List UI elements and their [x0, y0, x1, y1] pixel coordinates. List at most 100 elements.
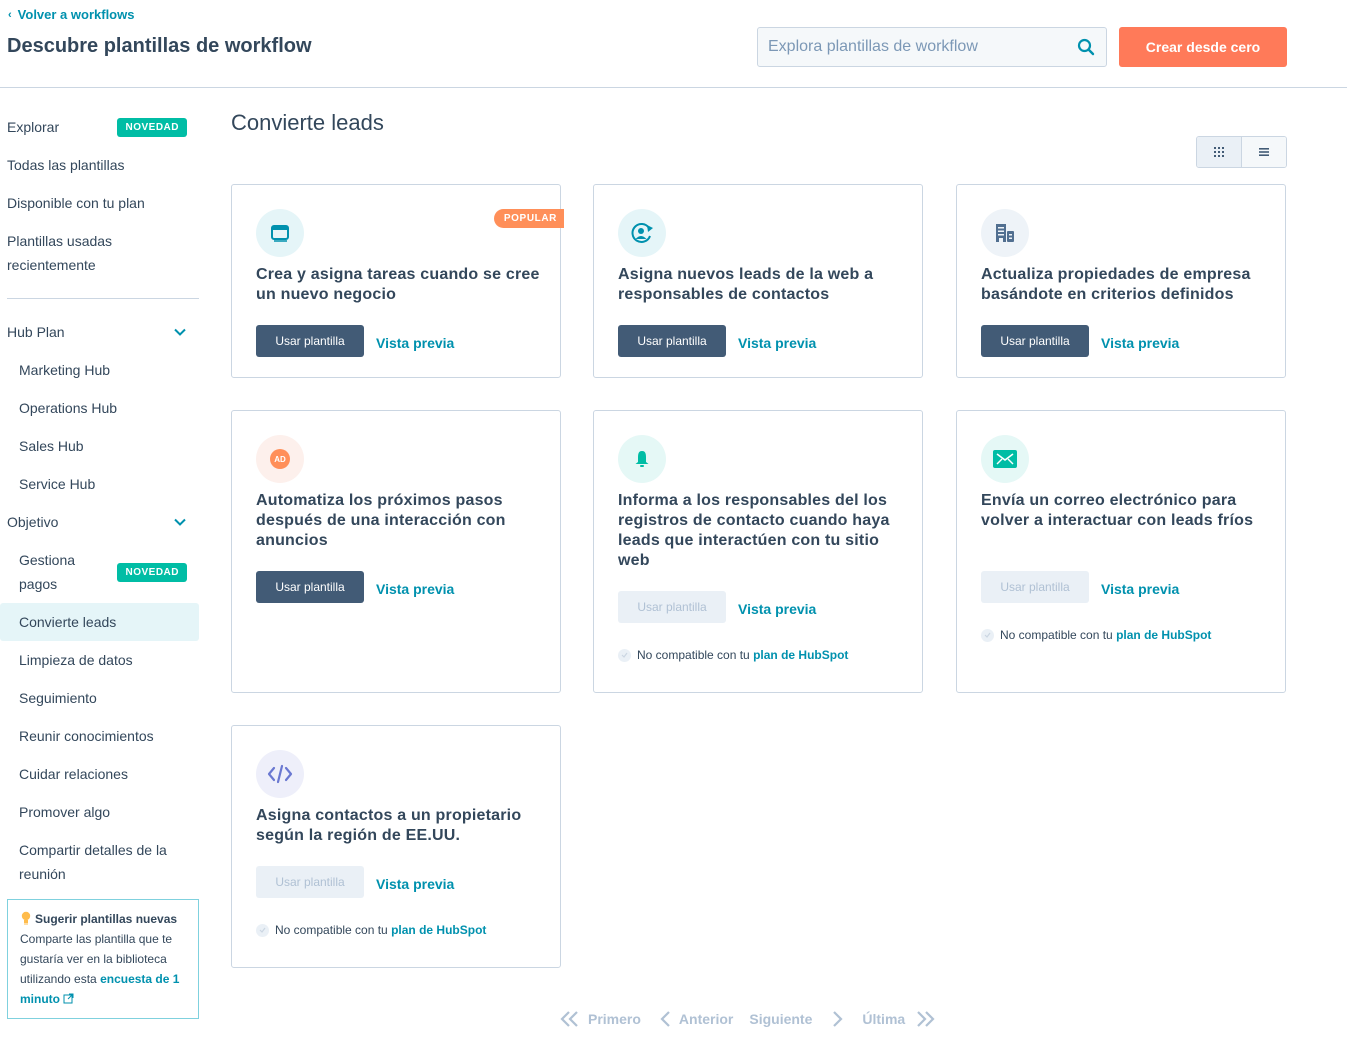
external-link-icon [63, 993, 74, 1004]
template-card: Asigna contactos a un propietario según … [231, 725, 561, 968]
use-template-button[interactable]: Usar plantilla [256, 325, 364, 357]
pagination: Primero Anterior Siguiente Última [560, 1010, 935, 1028]
sidebar-item-label: Convierte leads [19, 614, 117, 630]
search-icon[interactable] [1076, 37, 1096, 57]
grid-icon [1214, 147, 1224, 157]
sidebar-item-disponible[interactable]: Disponible con tu plan [0, 184, 199, 222]
sidebar-item-label: Compartir detalles de la reunión [19, 842, 167, 882]
card-title: Actualiza propiedades de empresa basándo… [981, 266, 1251, 303]
next-page-button[interactable]: Siguiente [749, 1010, 846, 1028]
envelope-icon [993, 450, 1017, 468]
card-title: Asigna contactos a un propietario según … [256, 807, 522, 844]
chevron-left-icon: ‹ [8, 8, 12, 21]
incompatible-notice: No compatible con tu plan de HubSpot [256, 923, 486, 937]
card-icon-wrapper [981, 435, 1029, 483]
sidebar-item-recientes[interactable]: Plantillas usadas recientemente [0, 222, 140, 284]
sidebar-item-label: Plantillas usadas recientemente [7, 233, 113, 273]
last-page-button[interactable]: Última [862, 1010, 935, 1028]
use-template-button[interactable]: Usar plantilla [256, 571, 364, 603]
use-template-button[interactable]: Usar plantilla [618, 325, 726, 357]
building-icon [996, 224, 1014, 242]
sidebar-item-sales-hub[interactable]: Sales Hub [0, 427, 199, 465]
search-box [757, 27, 1107, 67]
list-icon [1259, 148, 1269, 156]
use-template-button[interactable]: Usar plantilla [618, 591, 726, 623]
sidebar-group-hub-plan[interactable]: Hub Plan [0, 313, 199, 351]
use-template-button[interactable]: Usar plantilla [981, 325, 1089, 357]
chevron-left-icon [660, 1011, 670, 1027]
sidebar-group-label: Objetivo [7, 514, 59, 530]
preview-link[interactable]: Vista previa [1101, 577, 1179, 597]
sidebar-item-label: Sales Hub [19, 438, 84, 454]
sidebar-item-label: Promover algo [19, 804, 111, 820]
calendar-icon [271, 225, 289, 242]
use-template-button[interactable]: Usar plantilla [256, 866, 364, 898]
card-icon-wrapper [256, 209, 304, 257]
list-view-button[interactable] [1242, 137, 1286, 167]
template-card: Asigna nuevos leads de la web a responsa… [593, 184, 923, 378]
preview-link[interactable]: Vista previa [738, 597, 816, 617]
sidebar-item-limpieza-datos[interactable]: Limpieza de datos [0, 641, 199, 679]
template-card: Informa a los responsables del los regis… [593, 410, 923, 693]
incompatible-notice: No compatible con tu plan de HubSpot [618, 648, 848, 662]
sidebar-item-operations-hub[interactable]: Operations Hub [0, 389, 199, 427]
create-from-scratch-button[interactable]: Crear desde cero [1119, 27, 1287, 67]
sidebar-item-label: Todas las plantillas [7, 157, 125, 173]
template-card: Envía un correo electrónico para volver … [956, 410, 1286, 693]
grid-view-button[interactable] [1197, 137, 1242, 167]
sidebar-group-objetivo[interactable]: Objetivo [0, 503, 199, 541]
search-input[interactable] [768, 38, 1076, 56]
hubspot-plan-link[interactable]: plan de HubSpot [391, 923, 486, 937]
sidebar-item-marketing-hub[interactable]: Marketing Hub [0, 351, 199, 389]
use-template-button[interactable]: Usar plantilla [981, 571, 1089, 603]
sidebar-item-label: Seguimiento [19, 690, 97, 706]
sidebar-item-label: Limpieza de datos [19, 652, 133, 668]
sidebar-item-todas[interactable]: Todas las plantillas [0, 146, 199, 184]
back-link-label: Volver a workflows [17, 7, 135, 22]
sidebar-item-explorar[interactable]: Explorar NOVEDAD [0, 108, 199, 146]
sidebar-item-label: Operations Hub [19, 400, 118, 416]
card-title: Envía un correo electrónico para volver … [981, 492, 1254, 529]
template-card: Actualiza propiedades de empresa basándo… [956, 184, 1286, 378]
novedad-badge: NOVEDAD [117, 117, 187, 137]
card-icon-wrapper [618, 435, 666, 483]
chevron-down-icon [174, 328, 186, 336]
sidebar-item-label: Disponible con tu plan [7, 195, 145, 211]
preview-link[interactable]: Vista previa [376, 577, 454, 597]
preview-link[interactable]: Vista previa [738, 331, 816, 351]
first-page-button[interactable]: Primero [560, 1010, 641, 1028]
sidebar-item-label: Explorar [7, 119, 60, 135]
double-chevron-left-icon [560, 1011, 578, 1027]
sidebar-item-cuidar-relaciones[interactable]: Cuidar relaciones [0, 755, 199, 793]
suggest-templates-box: Sugerir plantillas nuevas Comparte las p… [7, 899, 199, 1019]
card-title: Automatiza los próximos pasos después de… [256, 492, 506, 549]
code-icon [267, 764, 293, 784]
preview-link[interactable]: Vista previa [376, 331, 454, 351]
sidebar: Explorar NOVEDAD Todas las plantillas Di… [0, 108, 199, 1019]
sidebar-item-gestiona-pagos[interactable]: Gestiona pagos NOVEDAD [0, 541, 199, 603]
sidebar-item-convierte-leads[interactable]: Convierte leads [0, 603, 199, 641]
page-header: ‹ Volver a workflows Descubre plantillas… [0, 0, 1347, 88]
card-icon-wrapper: AD [256, 435, 304, 483]
card-icon-wrapper [256, 750, 304, 798]
sidebar-item-promover-algo[interactable]: Promover algo [0, 793, 199, 831]
sidebar-item-seguimiento[interactable]: Seguimiento [0, 679, 199, 717]
suggest-title: Sugerir plantillas nuevas [20, 909, 187, 929]
sidebar-item-compartir-detalles[interactable]: Compartir detalles de la reunión [0, 831, 199, 893]
popular-badge: POPULAR [493, 209, 564, 228]
sidebar-item-reunir-conocimientos[interactable]: Reunir conocimientos [0, 717, 199, 755]
template-card: AD Automatiza los próximos pasos después… [231, 410, 561, 693]
check-icon [256, 923, 269, 937]
preview-link[interactable]: Vista previa [376, 872, 454, 892]
previous-page-button[interactable]: Anterior [659, 1010, 733, 1028]
back-to-workflows-link[interactable]: ‹ Volver a workflows [8, 7, 134, 22]
sidebar-item-label: Marketing Hub [19, 362, 111, 378]
incompatible-notice: No compatible con tu plan de HubSpot [981, 628, 1211, 642]
view-toggle [1196, 136, 1287, 168]
hubspot-plan-link[interactable]: plan de HubSpot [753, 648, 848, 662]
page-title: Descubre plantillas de workflow [7, 35, 312, 57]
preview-link[interactable]: Vista previa [1101, 331, 1179, 351]
hubspot-plan-link[interactable]: plan de HubSpot [1116, 628, 1211, 642]
sidebar-item-label: Reunir conocimientos [19, 728, 154, 744]
sidebar-item-service-hub[interactable]: Service Hub [0, 465, 199, 503]
